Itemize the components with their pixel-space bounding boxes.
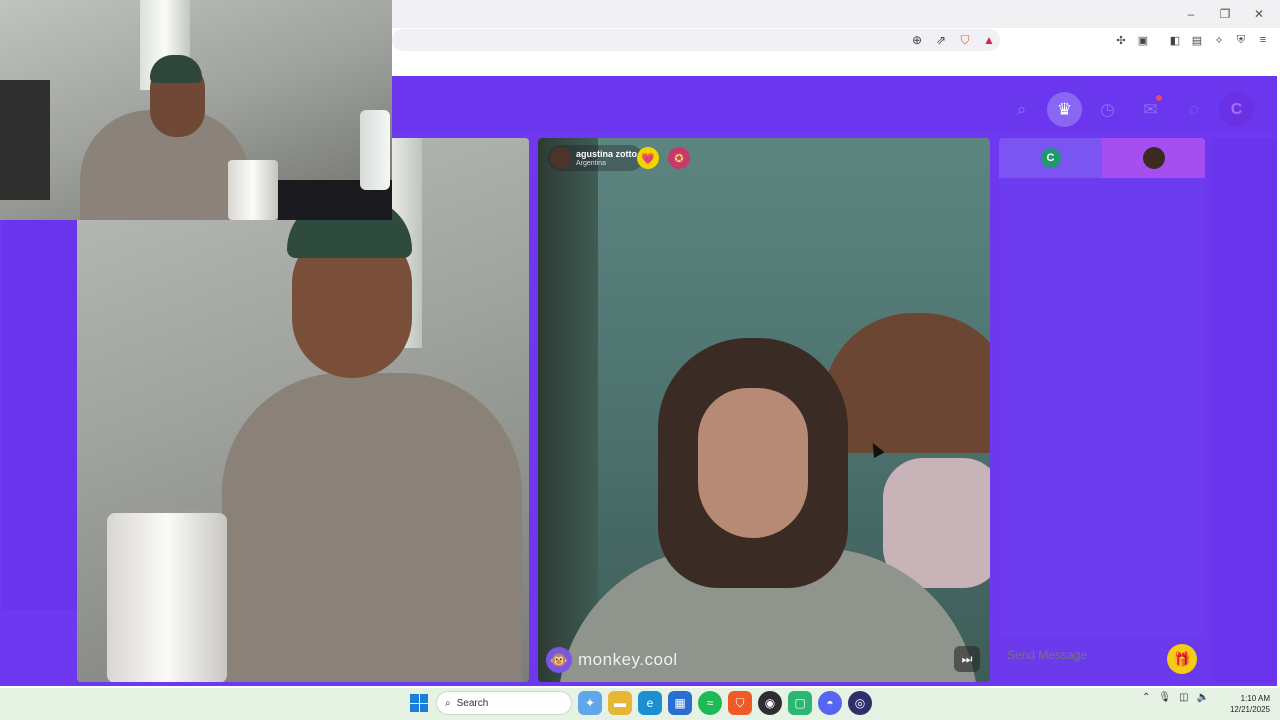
network-icon[interactable]: ◫ — [1179, 692, 1188, 703]
minimize-button[interactable]: – — [1176, 4, 1206, 24]
windows-start-icon[interactable] — [408, 692, 430, 714]
right-gutter — [1212, 138, 1277, 682]
message-input[interactable] — [1007, 648, 1157, 662]
monkey-logo-icon: 🐵 — [546, 647, 572, 673]
microphone-icon[interactable]: 🎙 — [1158, 692, 1171, 703]
spotify-icon[interactable]: ≈ — [698, 691, 722, 715]
gift-button[interactable]: 🎁 — [1167, 644, 1197, 674]
system-clock[interactable]: 1:10 AM 12/21/2025 — [1222, 693, 1270, 715]
obs-icon[interactable]: ◉ — [758, 691, 782, 715]
search-icon: ⌕ — [445, 697, 451, 709]
address-bar-icons: ⊕ ⇗ ⛉ ▲ — [908, 31, 998, 49]
close-button[interactable]: ✕ — [1244, 4, 1274, 24]
brave-shield-icon[interactable]: ⛉ — [956, 31, 974, 49]
webcam-bottle — [360, 110, 390, 190]
tray-chevron-icon[interactable]: ⌃ — [1142, 692, 1150, 703]
remote-video-face — [698, 388, 808, 538]
notification-dot — [1156, 95, 1162, 101]
discord-icon[interactable]: ◓ — [818, 691, 842, 715]
remote-video-curtain — [538, 138, 598, 682]
flag-badge-icon[interactable]: ✪ — [668, 147, 690, 169]
self-video-cup — [107, 513, 227, 682]
system-tray: ⌃ 🎙 ◫ 🔈 — [1142, 692, 1209, 703]
wallet-icon[interactable]: ▤ — [1188, 31, 1206, 49]
leo-ai-icon[interactable]: ✧ — [1210, 31, 1228, 49]
remote-video — [538, 138, 990, 682]
volume-icon[interactable]: 🔈 — [1197, 692, 1209, 703]
crown-icon[interactable]: ♛ — [1047, 92, 1082, 127]
next-button[interactable]: ⏭ — [954, 646, 980, 672]
taskbar: ⌕ Search ✦ ▬ e ▦ ≈ ⛉ ◉ ▢ ◓ ◎ ⌃ 🎙 ◫ 🔈 1:1… — [0, 688, 1280, 720]
peer-info[interactable]: agustina zotto Argentina — [548, 145, 643, 171]
share-icon[interactable]: ⇗ — [932, 31, 950, 49]
monkey-watermark: 🐵 monkey.cool — [546, 647, 678, 673]
restore-button[interactable]: ❐ — [1210, 4, 1240, 24]
watermark-text: monkey.cool — [578, 650, 678, 669]
site-nav: ⌕ ♛ ◷ ✉ ◌ C — [1004, 92, 1254, 127]
chat-tab-self[interactable]: C — [999, 138, 1102, 178]
peer-name: agustina zotto — [576, 148, 637, 159]
chat-tab-peer[interactable] — [1102, 138, 1205, 178]
chat-panel: C 🎁 — [999, 138, 1205, 682]
android-icon[interactable]: ▢ — [788, 691, 812, 715]
sidebar-icon[interactable]: ◧ — [1166, 31, 1184, 49]
webcam-shelf — [0, 80, 50, 200]
tab-search-icon[interactable]: ▣ — [1134, 31, 1152, 49]
webcam-overlay — [0, 0, 392, 220]
store-icon[interactable]: ▦ — [668, 691, 692, 715]
edge-icon[interactable]: e — [638, 691, 662, 715]
file-explorer-icon[interactable]: ▬ — [608, 691, 632, 715]
heart-badge-icon[interactable]: 💗 — [637, 147, 659, 169]
explore-icon[interactable]: ◌ — [1176, 92, 1211, 127]
taskbar-apps: ⌕ Search ✦ ▬ e ▦ ≈ ⛉ ◉ ▢ ◓ ◎ — [408, 691, 872, 715]
peer-country: Argentina — [576, 159, 606, 167]
chat-tabs: C — [999, 138, 1205, 178]
extensions-icon[interactable]: ✣ — [1112, 31, 1130, 49]
extension-icons: ✣ ▣ ◧ ▤ ✧ ⛨ ≡ — [1112, 31, 1272, 49]
remote-video-headboard — [823, 313, 990, 453]
messages-icon[interactable]: ✉ — [1133, 92, 1168, 127]
self-video-person — [222, 373, 522, 682]
taskbar-search[interactable]: ⌕ Search — [436, 691, 572, 715]
self-avatar: C — [1040, 148, 1061, 168]
menu-icon[interactable]: ≡ — [1254, 31, 1272, 49]
brave-rewards-icon[interactable]: ▲ — [980, 31, 998, 49]
window-controls: – ❐ ✕ — [1176, 4, 1274, 24]
vpn-icon[interactable]: ⛨ — [1232, 31, 1250, 49]
clock-time: 1:10 AM — [1240, 694, 1270, 703]
brave-icon[interactable]: ⛉ — [728, 691, 752, 715]
clock-date: 12/21/2025 — [1229, 705, 1270, 714]
peer-avatar — [550, 147, 572, 169]
remote-video-pillow — [883, 458, 990, 588]
taskbar-search-label: Search — [456, 697, 489, 709]
copilot-icon[interactable]: ✦ — [578, 691, 602, 715]
webcam-cup — [228, 160, 278, 220]
app-circle-icon[interactable]: ◎ — [848, 691, 872, 715]
user-avatar[interactable]: C — [1219, 92, 1254, 127]
history-icon[interactable]: ◷ — [1090, 92, 1125, 127]
peer-text: agustina zotto Argentina — [576, 149, 637, 168]
chat-input-row: 🎁 — [999, 636, 1205, 682]
zoom-icon[interactable]: ⊕ — [908, 31, 926, 49]
peer-chat-avatar — [1142, 147, 1165, 169]
search-icon[interactable]: ⌕ — [1004, 92, 1039, 127]
